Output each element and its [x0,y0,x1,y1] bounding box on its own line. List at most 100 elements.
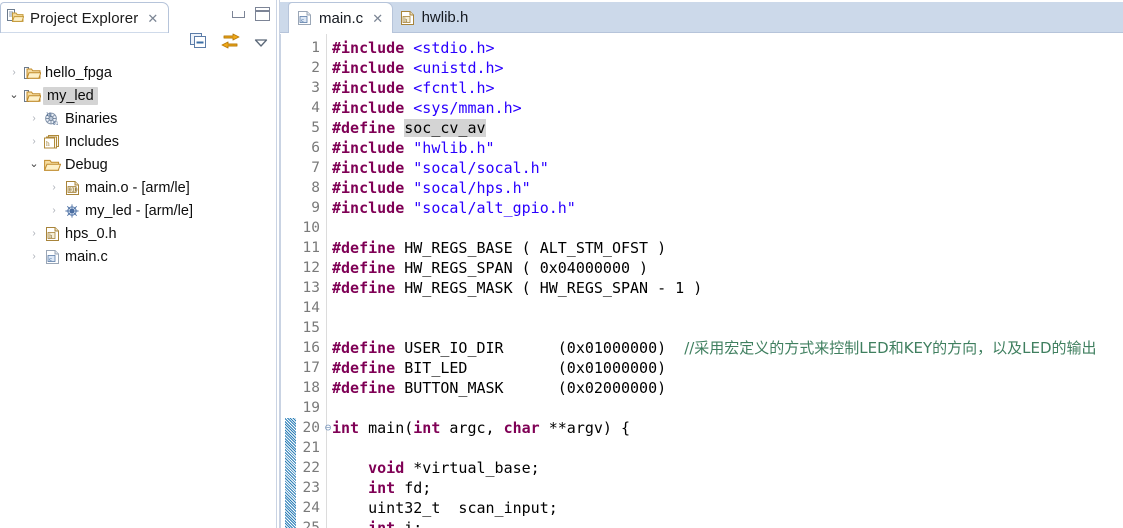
line-number: 20 [302,420,320,436]
code-line[interactable]: 8 #include "socal/hps.h" [280,178,1123,198]
line-number: 6 [311,140,320,156]
code-line[interactable]: 24 uint32_t scan_input; [280,498,1123,518]
code-line[interactable]: 23 int fd; [280,478,1123,498]
code-line[interactable]: 6 #include "hwlib.h" [280,138,1123,158]
project-explorer-title: Project Explorer [30,9,139,27]
tab-project-explorer[interactable]: Project Explorer ✕ [0,2,170,33]
tree-item-label: Includes [65,133,120,150]
chevron-right-icon[interactable]: › [26,113,42,124]
svg-text:010: 010 [68,187,77,193]
code-line[interactable]: 2 #include <unistd.h> [280,58,1123,78]
code-line-text: #define BUTTON_MASK (0x02000000) [332,379,667,397]
link-with-editor-icon[interactable] [221,33,240,54]
tree-item-hps_0.h[interactable]: › h hps_0.h [0,222,276,245]
chevron-right-icon[interactable]: › [26,228,42,239]
line-number: 19 [302,400,320,416]
line-number: 7 [311,160,320,176]
tree-item-debug[interactable]: ⌄ Debug [0,153,276,176]
code-line[interactable]: 4 #include <sys/mman.h> [280,98,1123,118]
tree-item-label: main.o - [arm/le] [85,179,190,196]
line-number: 17 [302,360,320,376]
code-line[interactable]: 11 #define HW_REGS_BASE ( ALT_STM_OFST ) [280,238,1123,258]
code-line[interactable]: 3 #include <fcntl.h> [280,78,1123,98]
tree-item-hello_fpga[interactable]: › hello_fpga [0,61,276,84]
chevron-right-icon[interactable]: › [46,205,62,216]
minimize-icon[interactable] [232,10,245,18]
source-editor[interactable]: 1 #include <stdio.h> 2 #include <unistd.h> 3… [280,34,1123,528]
chevron-right-icon[interactable]: › [46,182,62,193]
code-line-text: #include <stdio.h> [332,39,495,57]
view-menu-icon[interactable] [254,35,268,53]
code-line-text: int main(int argc, char **argv) { [332,419,631,437]
chevron-right-icon[interactable]: › [26,136,42,147]
code-line[interactable]: 13 #define HW_REGS_MASK ( HW_REGS_SPAN - … [280,278,1123,298]
line-number: 16 [302,340,320,356]
line-number: 8 [311,180,320,196]
code-line[interactable]: 10 [280,218,1123,238]
project-explorer-tabbar: Project Explorer ✕ [0,0,276,33]
close-icon[interactable]: ✕ [372,12,383,25]
editor-tabbar: c main.c ✕ h hwlib.h [280,0,1123,33]
tree-item-binaries[interactable]: › 10 01 Binaries [0,107,276,130]
code-line[interactable]: 14 [280,298,1123,318]
line-number: 3 [311,80,320,96]
code-line-text: #define BIT_LED (0x01000000) [332,359,667,377]
code-line[interactable]: 20 ⊖ int main(int argc, char **argv) { [280,418,1123,438]
tree-item-label: hello_fpga [45,64,112,81]
code-line[interactable]: 21 [280,438,1123,458]
tree-item-includes[interactable]: › h Includes [0,130,276,153]
eclipse-ide-window: Project Explorer ✕ › hello_fpga ⌄ my_led… [0,0,1123,528]
collapse-all-icon[interactable] [190,33,207,54]
code-line[interactable]: 1 #include <stdio.h> [280,38,1123,58]
code-line-text: #include <unistd.h> [332,59,504,77]
code-line[interactable]: 9 #include "socal/alt_gpio.h" [280,198,1123,218]
code-line[interactable]: 22 void *virtual_base; [280,458,1123,478]
tree-item-label: my_led - [arm/le] [85,202,193,219]
chevron-down-icon[interactable]: ⌄ [6,90,22,101]
svg-text:10: 10 [46,112,52,118]
project-explorer-view: Project Explorer ✕ › hello_fpga ⌄ my_led… [0,0,276,528]
tree-item-main.o[interactable]: › 010 main.o - [arm/le] [0,176,276,199]
tree-item-my_led[interactable]: ⌄ my_led [0,84,276,107]
code-line[interactable]: 18 #define BUTTON_MASK (0x02000000) [280,378,1123,398]
svg-text:h: h [49,233,52,239]
code-text[interactable]: 1 #include <stdio.h> 2 #include <unistd.h> 3… [280,38,1123,528]
code-line[interactable]: 25 int i; [280,518,1123,528]
code-line[interactable]: 19 [280,398,1123,418]
maximize-icon[interactable] [255,7,270,21]
chevron-right-icon[interactable]: › [26,251,42,262]
close-icon[interactable]: ✕ [147,12,158,25]
svg-text:01: 01 [53,121,59,127]
line-number: 14 [302,300,320,316]
code-line[interactable]: 12 #define HW_REGS_SPAN ( 0x04000000 ) [280,258,1123,278]
code-line[interactable]: 16 #define USER_IO_DIR (0x01000000) //采用宏… [280,338,1123,358]
tree-item-main.c[interactable]: › c main.c [0,245,276,268]
chevron-down-icon[interactable]: ⌄ [26,159,42,170]
project-closed-icon [22,65,42,81]
line-number: 9 [311,200,320,216]
executable-icon [62,203,82,219]
line-number: 2 [311,60,320,76]
line-number: 5 [311,120,320,136]
line-number: 11 [302,240,320,256]
tree-item-my_led[interactable]: › my_led - [arm/le] [0,199,276,222]
editor-tab-main-c[interactable]: c main.c ✕ [288,2,394,33]
editor-tab-hwlib-h[interactable]: h hwlib.h [392,2,478,33]
code-line[interactable]: 7 #include "socal/socal.h" [280,158,1123,178]
tree-item-label: Binaries [65,110,118,127]
code-line-text: #include "socal/alt_gpio.h" [332,199,576,217]
code-line-text: #define HW_REGS_SPAN ( 0x04000000 ) [332,259,649,277]
line-number: 10 [302,220,320,236]
code-line[interactable]: 17 #define BIT_LED (0x01000000) [280,358,1123,378]
tree-item-label: hps_0.h [65,225,117,242]
code-line[interactable]: 15 [280,318,1123,338]
chevron-right-icon[interactable]: › [6,67,22,78]
line-number: 24 [302,500,320,516]
code-line-text: int i; [368,519,423,528]
project-explorer-toolbar [0,33,276,55]
code-line-text: #include <fcntl.h> [332,79,495,97]
c-file-icon: c [42,249,62,265]
code-line[interactable]: 5 #define soc_cv_av [280,118,1123,138]
code-line-text: #define soc_cv_av [332,119,486,137]
project-tree[interactable]: › hello_fpga ⌄ my_led › 10 01 Binaries › h Include… [0,55,276,268]
